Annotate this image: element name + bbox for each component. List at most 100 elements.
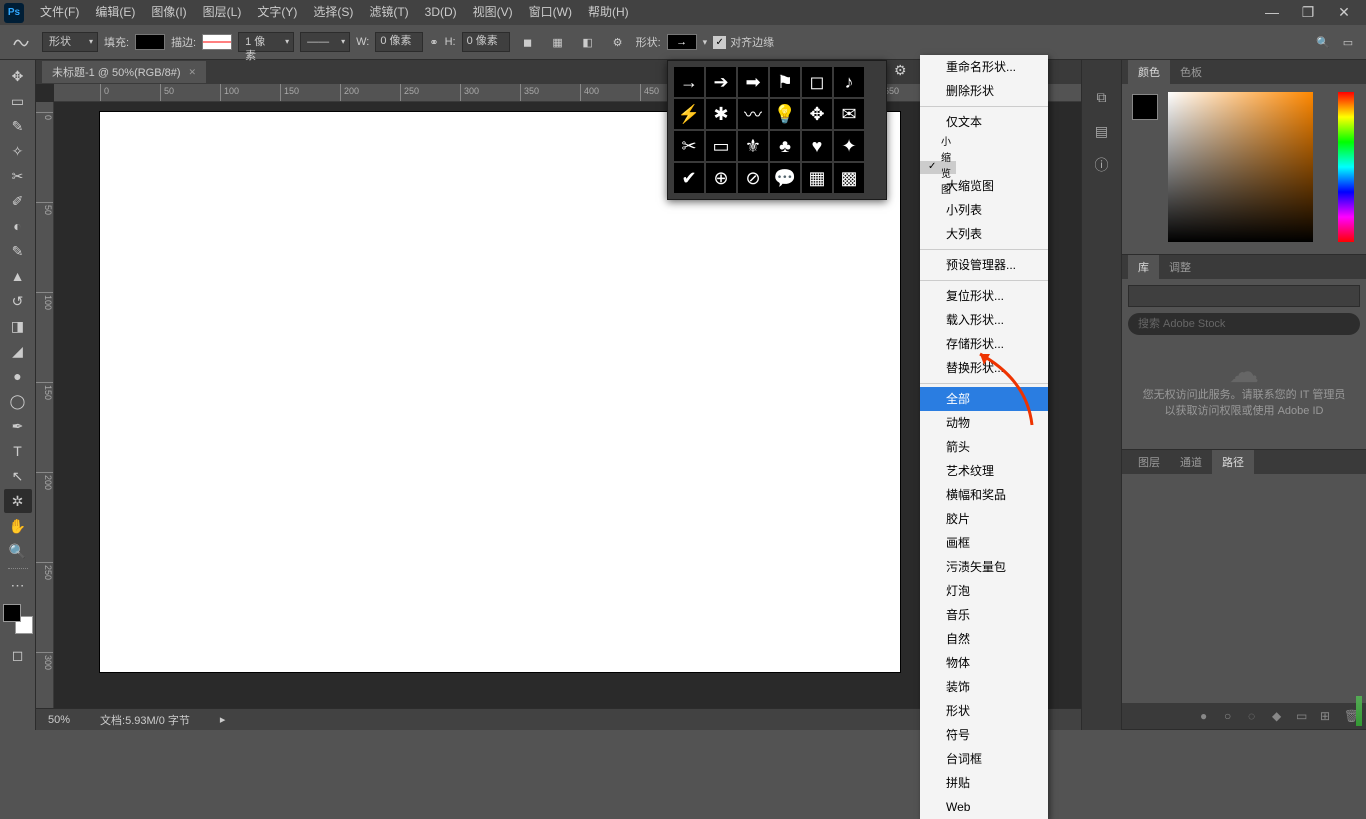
menu-animals[interactable]: 动物	[920, 411, 1048, 435]
zoom-tool-icon[interactable]: 🔍	[4, 539, 32, 563]
library-search-input[interactable]: 搜索 Adobe Stock	[1128, 313, 1360, 335]
shape-cell[interactable]: ➔	[706, 67, 736, 97]
marquee-tool-icon[interactable]: ▭	[4, 89, 32, 113]
eraser-tool-icon[interactable]: ◨	[4, 314, 32, 338]
hand-tool-icon[interactable]: ✋	[4, 514, 32, 538]
doc-info-chevron-icon[interactable]: ▸	[220, 713, 226, 726]
shape-cell[interactable]: ✱	[706, 99, 736, 129]
shape-mode-dropdown[interactable]: 形状	[42, 32, 98, 52]
tab-layers[interactable]: 图层	[1128, 450, 1170, 474]
width-input[interactable]: 0 像素	[375, 32, 423, 52]
menu-film[interactable]: 胶片	[920, 507, 1048, 531]
dodge-tool-icon[interactable]: ◯	[4, 389, 32, 413]
menu-load-shapes[interactable]: 载入形状...	[920, 308, 1048, 332]
menu-small-thumb[interactable]: 小缩览图	[920, 161, 956, 174]
shape-cell[interactable]: ⚡	[674, 99, 704, 129]
menu-web[interactable]: Web	[920, 795, 1048, 819]
shape-cell[interactable]: 〰	[738, 99, 768, 129]
fill-swatch[interactable]	[135, 34, 165, 50]
shape-cell[interactable]: ▭	[706, 131, 736, 161]
close-icon[interactable]: ✕	[1326, 0, 1362, 25]
menu-filter[interactable]: 滤镜(T)	[361, 0, 416, 25]
height-input[interactable]: 0 像素	[462, 32, 510, 52]
menu-view[interactable]: 视图(V)	[465, 0, 521, 25]
menu-help[interactable]: 帮助(H)	[580, 0, 637, 25]
crop-tool-icon[interactable]: ✂	[4, 164, 32, 188]
zoom-value[interactable]: 50%	[48, 714, 70, 726]
tab-paths[interactable]: 路径	[1212, 450, 1254, 474]
tab-adjustments[interactable]: 调整	[1159, 255, 1201, 279]
menu-3d[interactable]: 3D(D)	[417, 0, 465, 25]
document-tab[interactable]: 未标题-1 @ 50%(RGB/8#) ✕	[42, 61, 206, 83]
shape-cell[interactable]: ✂	[674, 131, 704, 161]
path-from-selection-icon[interactable]: ◆	[1272, 709, 1286, 723]
edit-toolbar-icon[interactable]: ⋯	[4, 573, 32, 597]
arrange-icon[interactable]: ◧	[576, 30, 600, 54]
magic-wand-tool-icon[interactable]: ✧	[4, 139, 32, 163]
gradient-tool-icon[interactable]: ◢	[4, 339, 32, 363]
stroke-style-dropdown[interactable]: ——	[300, 32, 350, 52]
menu-reset-shapes[interactable]: 复位形状...	[920, 284, 1048, 308]
shape-picker-swatch[interactable]: →	[667, 34, 697, 50]
healing-tool-icon[interactable]: ◐	[4, 214, 32, 238]
info-panel-icon[interactable]: ⓘ	[1088, 154, 1116, 176]
library-dropdown[interactable]	[1128, 285, 1360, 307]
shape-cell[interactable]: →	[674, 67, 704, 97]
menu-image[interactable]: 图像(I)	[143, 0, 194, 25]
add-mask-icon[interactable]: ▭	[1296, 709, 1310, 723]
gear-icon[interactable]: ⚙	[606, 30, 630, 54]
menu-save-shapes[interactable]: 存储形状...	[920, 332, 1048, 356]
shape-cell[interactable]: ♥	[802, 131, 832, 161]
menu-select[interactable]: 选择(S)	[305, 0, 361, 25]
menu-delete-shape[interactable]: 删除形状	[920, 79, 1048, 103]
menu-window[interactable]: 窗口(W)	[521, 0, 580, 25]
menu-nature[interactable]: 自然	[920, 627, 1048, 651]
shape-cell[interactable]: ◻	[802, 67, 832, 97]
menu-replace-shapes[interactable]: 替换形状...	[920, 356, 1048, 380]
shape-cell[interactable]: ⚑	[770, 67, 800, 97]
menu-symbols[interactable]: 符号	[920, 723, 1048, 747]
shape-cell[interactable]: ⚜	[738, 131, 768, 161]
shape-cell[interactable]: ⊕	[706, 163, 736, 193]
shape-picker-chevron-icon[interactable]: ▾	[703, 37, 708, 48]
quickmask-icon[interactable]: ◻	[4, 643, 32, 667]
shape-cell[interactable]: ♪	[834, 67, 864, 97]
menu-type[interactable]: 文字(Y)	[249, 0, 305, 25]
shape-cell[interactable]: ⊘	[738, 163, 768, 193]
tab-swatches[interactable]: 色板	[1170, 60, 1212, 84]
menu-edit[interactable]: 编辑(E)	[87, 0, 143, 25]
menu-ornaments[interactable]: 装饰	[920, 675, 1048, 699]
tab-libraries[interactable]: 库	[1128, 255, 1159, 279]
history-panel-icon[interactable]: ⧉	[1088, 86, 1116, 108]
menu-all[interactable]: 全部	[920, 387, 1048, 411]
color-current-swatch[interactable]	[1132, 94, 1158, 120]
menu-lights[interactable]: 灯泡	[920, 579, 1048, 603]
stroke-width-dropdown[interactable]: 1 像素	[238, 32, 294, 52]
foreground-background-swatch[interactable]	[3, 604, 33, 634]
menu-grime[interactable]: 污渍矢量包	[920, 555, 1048, 579]
menu-file[interactable]: 文件(F)	[32, 0, 87, 25]
move-tool-icon[interactable]: ✥	[4, 64, 32, 88]
new-path-icon[interactable]: ⊞	[1320, 709, 1334, 723]
color-field[interactable]	[1168, 92, 1313, 242]
fill-path-icon[interactable]: ●	[1200, 709, 1214, 723]
maximize-icon[interactable]: ❐	[1290, 0, 1326, 25]
stamp-tool-icon[interactable]: ▲	[4, 264, 32, 288]
pen-tool-icon[interactable]: ✒	[4, 414, 32, 438]
history-brush-tool-icon[interactable]: ↺	[4, 289, 32, 313]
menu-large-thumb[interactable]: 大缩览图	[920, 174, 1048, 198]
shape-cell[interactable]: 💬	[770, 163, 800, 193]
link-icon[interactable]: ⚭	[429, 36, 438, 49]
stroke-swatch[interactable]	[202, 34, 232, 50]
path-operations-icon[interactable]: ◼	[516, 30, 540, 54]
tab-channels[interactable]: 通道	[1170, 450, 1212, 474]
menu-shapes[interactable]: 形状	[920, 699, 1048, 723]
menu-tiles[interactable]: 拼贴	[920, 771, 1048, 795]
path-select-tool-icon[interactable]: ↖	[4, 464, 32, 488]
tab-close-icon[interactable]: ✕	[189, 67, 197, 78]
minimize-icon[interactable]: —	[1254, 0, 1290, 25]
shape-cell[interactable]: ♣	[770, 131, 800, 161]
menu-text-only[interactable]: 仅文本	[920, 110, 1048, 134]
type-tool-icon[interactable]: T	[4, 439, 32, 463]
properties-panel-icon[interactable]: ▤	[1088, 120, 1116, 142]
